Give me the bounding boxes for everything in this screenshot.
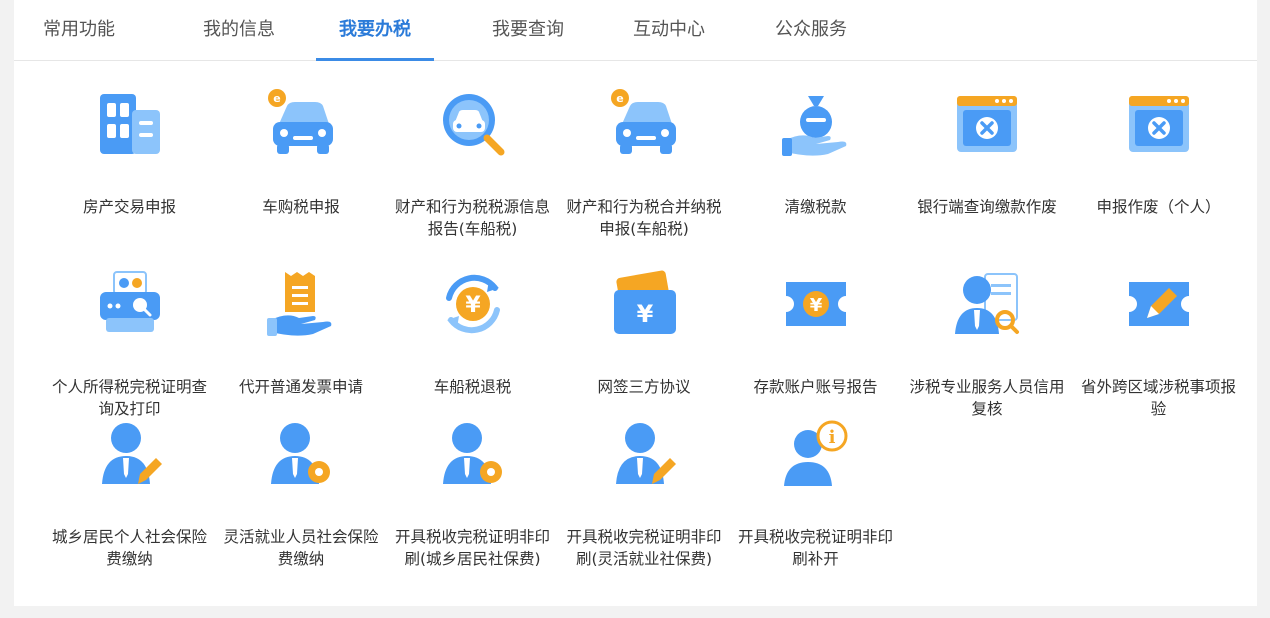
function-item[interactable]: 省外跨区域涉税事项报验 (1073, 268, 1244, 418)
person-info-icon: i (780, 418, 852, 490)
ticket-yuan-icon: ¥ (780, 268, 852, 340)
tab-public-service[interactable]: 公众服务 (747, 0, 875, 60)
tab-label: 我要查询 (492, 19, 564, 40)
function-item[interactable]: ¥ 存款账户账号报告 (730, 268, 901, 418)
function-item-label: 车船税退税 (433, 378, 512, 396)
yuan-refresh-icon: ¥ (437, 268, 509, 340)
function-item[interactable]: e 车购税申报 (216, 88, 387, 238)
function-item-label: 财产和行为税税源信息报告(车船税) (395, 198, 551, 238)
tab-tax-handling[interactable]: 我要办税 (316, 0, 434, 61)
function-item-label: 省外跨区域涉税事项报验 (1081, 378, 1237, 418)
function-item-label: 代开普通发票申请 (238, 378, 363, 396)
function-item-label: 涉税专业服务人员信用复核 (909, 378, 1065, 418)
tab-bar: 常用功能 我的信息 我要办税 我要查询 互动中心 公众服务 (14, 0, 1257, 61)
function-item-label: 申报作废（个人） (1096, 198, 1221, 216)
function-item-label: 网签三方协议 (597, 378, 691, 396)
function-item-label: 开具税收完税证明非印刷(城乡居民社保费) (395, 528, 551, 568)
function-item-label: 银行端查询缴款作废 (917, 198, 1057, 216)
function-item[interactable]: 财产和行为税税源信息报告(车船税) (387, 88, 558, 238)
tab-label: 我要办税 (339, 19, 411, 40)
active-tab-indicator (316, 58, 434, 61)
function-item[interactable]: 涉税专业服务人员信用复核 (902, 268, 1073, 418)
money-bag-hand-icon (780, 88, 852, 160)
function-item-label: 房产交易申报 (82, 198, 176, 216)
printer-icon (94, 268, 166, 340)
tab-my-info[interactable]: 我的信息 (179, 0, 299, 60)
tab-common[interactable]: 常用功能 (24, 0, 134, 60)
function-item-label: 财产和行为税合并纳税申报(车船税) (566, 198, 722, 238)
function-item-label: 灵活就业人员社会保险费缴纳 (223, 528, 379, 568)
function-item[interactable]: ¥ 网签三方协议 (559, 268, 730, 418)
function-item-label: 个人所得税完税证明查询及打印 (52, 378, 208, 418)
function-item[interactable]: 灵活就业人员社会保险费缴纳 (216, 418, 387, 568)
main-panel: 常用功能 我的信息 我要办税 我要查询 互动中心 公众服务 房产交易申报 e 车购税申报 财… (14, 0, 1257, 606)
ticket-edit-icon (1123, 268, 1195, 340)
tab-label: 公众服务 (775, 19, 847, 40)
function-item[interactable]: 个人所得税完税证明查询及打印 (44, 268, 215, 418)
svg-text:¥: ¥ (809, 295, 822, 316)
function-item-label: 开具税收完税证明非印刷补开 (738, 528, 894, 568)
function-item-label: 城乡居民个人社会保险费缴纳 (52, 528, 208, 568)
person-edit-icon (94, 418, 166, 490)
svg-text:e: e (273, 92, 280, 105)
svg-text:¥: ¥ (465, 293, 481, 318)
function-item[interactable]: ¥ 车船税退税 (387, 268, 558, 418)
car-coin-icon: e (608, 88, 680, 160)
svg-text:i: i (828, 427, 835, 448)
tab-interaction[interactable]: 互动中心 (605, 0, 733, 60)
window-close-icon (1123, 88, 1195, 160)
wallet-yuan-icon: ¥ (608, 268, 680, 340)
function-item[interactable]: 开具税收完税证明非印刷(城乡居民社保费) (387, 418, 558, 568)
function-item[interactable]: 申报作废（个人） (1073, 88, 1244, 238)
svg-text:¥: ¥ (637, 300, 654, 328)
car-search-icon (437, 88, 509, 160)
car-coin-icon: e (265, 88, 337, 160)
tab-label: 互动中心 (633, 19, 705, 40)
svg-text:e: e (616, 92, 623, 105)
function-item[interactable]: 银行端查询缴款作废 (902, 88, 1073, 238)
person-doc-search-icon (951, 268, 1023, 340)
function-item-label: 开具税收完税证明非印刷(灵活就业社保费) (566, 528, 722, 568)
function-item[interactable]: 开具税收完税证明非印刷(灵活就业社保费) (559, 418, 730, 568)
window-close-icon (951, 88, 1023, 160)
tab-label: 常用功能 (43, 19, 115, 40)
tab-label: 我的信息 (203, 19, 275, 40)
person-gear-icon (437, 418, 509, 490)
invoice-hand-icon (265, 268, 337, 340)
function-item[interactable]: 代开普通发票申请 (216, 268, 387, 418)
function-item[interactable]: 城乡居民个人社会保险费缴纳 (44, 418, 215, 568)
person-edit-icon (608, 418, 680, 490)
function-item[interactable]: 房产交易申报 (44, 88, 215, 238)
function-item-label: 车购税申报 (262, 198, 340, 216)
function-item-label: 存款账户账号报告 (753, 378, 878, 396)
building-icon (94, 88, 166, 160)
function-item-label: 清缴税款 (784, 198, 847, 216)
function-item[interactable]: 清缴税款 (730, 88, 901, 238)
function-item[interactable]: e 财产和行为税合并纳税申报(车船税) (559, 88, 730, 238)
function-item[interactable]: i 开具税收完税证明非印刷补开 (730, 418, 901, 568)
tab-query[interactable]: 我要查询 (462, 0, 594, 60)
person-gear-icon (265, 418, 337, 490)
